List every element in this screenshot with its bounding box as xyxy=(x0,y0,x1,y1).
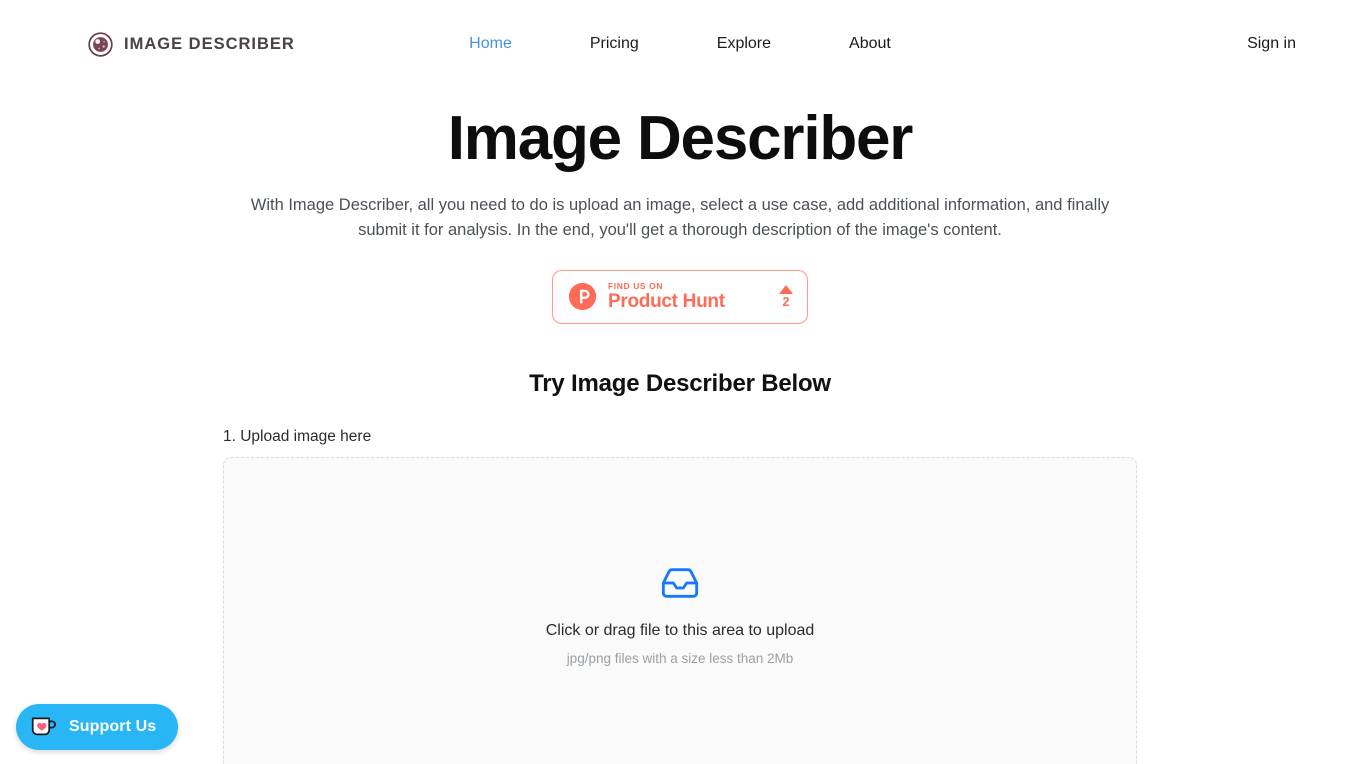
page-title: Image Describer xyxy=(447,104,914,173)
product-hunt-badge-wrapper: FIND US ON Product Hunt 2 xyxy=(0,269,1360,324)
site-header: IMAGE DESCRIBER Home Pricing Explore Abo… xyxy=(0,0,1360,88)
support-us-button[interactable]: Support Us xyxy=(16,704,179,750)
product-hunt-badge[interactable]: FIND US ON Product Hunt 2 xyxy=(552,269,808,324)
camera-lens-circle-icon xyxy=(88,31,113,57)
product-hunt-title: Product Hunt xyxy=(608,291,725,313)
product-hunt-p-icon xyxy=(568,283,597,311)
upvote-triangle-icon xyxy=(779,285,793,295)
brand-logo-link[interactable]: IMAGE DESCRIBER xyxy=(88,31,295,57)
support-us-label: Support Us xyxy=(69,718,157,735)
hero-section: Image Describer With Image Describer, al… xyxy=(0,88,1360,324)
hero-subtitle: With Image Describer, all you need to do… xyxy=(250,196,1110,239)
product-hunt-text: FIND US ON Product Hunt xyxy=(608,282,771,312)
nav-item-about[interactable]: About xyxy=(849,28,891,60)
dropzone-hint-text: jpg/png files with a size less than 2Mb xyxy=(566,650,794,666)
upvote-count: 2 xyxy=(782,295,790,310)
dropzone-main-text: Click or drag file to this area to uploa… xyxy=(545,621,815,639)
sign-in-button[interactable]: Sign in xyxy=(1247,35,1296,53)
nav-item-explore[interactable]: Explore xyxy=(717,28,771,60)
brand-name: IMAGE DESCRIBER xyxy=(124,34,295,53)
upload-step-label: 1. Upload image here xyxy=(223,427,372,445)
try-section-heading: Try Image Describer Below xyxy=(529,369,831,397)
nav-item-home[interactable]: Home xyxy=(469,28,512,60)
product-hunt-upvote[interactable]: 2 xyxy=(779,285,793,309)
product-hunt-kicker: FIND US ON xyxy=(608,280,664,291)
inbox-tray-icon xyxy=(661,568,699,598)
nav-item-pricing[interactable]: Pricing xyxy=(590,28,639,60)
upload-dropzone[interactable]: Click or drag file to this area to uploa… xyxy=(223,456,1137,764)
coffee-cup-heart-icon xyxy=(31,717,56,736)
